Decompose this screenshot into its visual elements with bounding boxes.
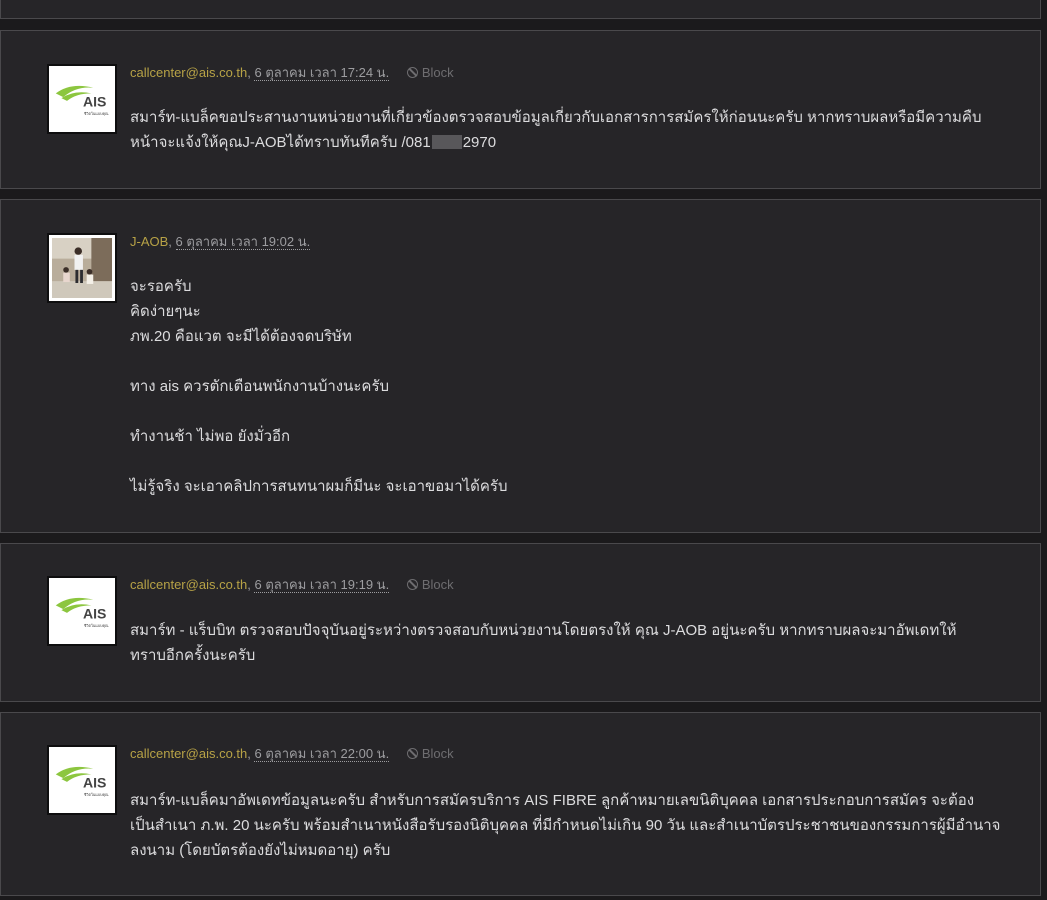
message-line: สมาร์ท-แบล็คขอประสานงานหน่วยงานที่เกี่ยว… [130,109,982,126]
author-link[interactable]: callcenter@ais.co.th [130,65,247,80]
post-card-callcenter-2: AIS ชีวิตในแบบคุณ callcenter@ais.co.th, … [0,543,1041,702]
message-line: ลงนาม (โดยบัตรต้องยังไม่หมดอายุ) ครับ [130,842,391,859]
block-button[interactable]: Block [406,746,454,762]
message-line: ภพ.20 คือแวต จะมีได้ต้องจดบริษัท [130,328,352,345]
message-line: ทาง ais ควรตักเตือนพนักงานบ้างนะครับ [130,378,390,395]
message-line: ทำงานช้า ไม่พอ ยังมั่วอีก [130,428,291,445]
svg-text:ชีวิตในแบบคุณ: ชีวิตในแบบคุณ [83,111,109,117]
message-line: ไม่รู้จริง จะเอาคลิปการสนทนาผมก็มีนะ จะเ… [130,478,508,495]
author-link[interactable]: callcenter@ais.co.th [130,746,247,761]
user-photo-avatar[interactable] [47,233,117,303]
ais-logo-avatar[interactable]: AIS ชีวิตในแบบคุณ [47,576,117,646]
svg-text:AIS: AIS [83,775,106,791]
block-icon [406,579,418,590]
post-meta: callcenter@ais.co.th, 6 ตุลาคม เวลา 19:1… [130,577,454,593]
post-date[interactable]: 6 ตุลาคม เวลา 19:02 น. [175,234,311,250]
message-line: หน้าจะแจ้งให้คุณJ-AOBได้ทราบทันทีครับ /0… [130,134,497,151]
post-message: สมาร์ท-แบล็คมาอัพเดทข้อมูลนะครับ สำหรับก… [130,788,1010,863]
conversation-thread: AIS ชีวิตในแบบคุณ callcenter@ais.co.th, … [0,0,1047,900]
post-date[interactable]: 6 ตุลาคม เวลา 19:19 น. [254,577,390,593]
post-meta: callcenter@ais.co.th, 6 ตุลาคม เวลา 22:0… [130,746,454,762]
post-message: สมาร์ท - แร็บบิท ตรวจสอบปัจจุบันอยู่ระหว… [130,618,1010,668]
message-line: คิดง่ายๆนะ [130,303,201,320]
author-link[interactable]: callcenter@ais.co.th [130,577,247,592]
author-link[interactable]: J-AOB [130,234,168,249]
previous-post-card [0,0,1041,19]
block-icon [406,67,418,78]
message-line: จะรอครับ [130,278,192,295]
ais-logo-avatar[interactable]: AIS ชีวิตในแบบคุณ [47,64,117,134]
ais-logo-icon: AIS ชีวิตในแบบคุณ [55,766,109,798]
block-button[interactable]: Block [406,65,454,81]
ais-logo-icon: AIS ชีวิตในแบบคุณ [55,85,109,117]
post-card-callcenter-1: AIS ชีวิตในแบบคุณ callcenter@ais.co.th, … [0,30,1041,189]
message-line: เป็นสำเนา ภ.พ. 20 นะครับ พร้อมสำเนาหนังส… [130,817,1001,834]
post-message: จะรอครับ คิดง่ายๆนะ ภพ.20 คือแวต จะมีได้… [130,274,1010,499]
message-line: สมาร์ท-แบล็คมาอัพเดทข้อมูลนะครับ สำหรับก… [130,792,975,809]
post-meta: callcenter@ais.co.th, 6 ตุลาคม เวลา 17:2… [130,65,454,81]
post-date[interactable]: 6 ตุลาคม เวลา 17:24 น. [254,65,390,81]
post-meta: J-AOB, 6 ตุลาคม เวลา 19:02 น. [130,234,311,250]
svg-text:ชีวิตในแบบคุณ: ชีวิตในแบบคุณ [83,623,109,629]
message-line: สมาร์ท - แร็บบิท ตรวจสอบปัจจุบันอยู่ระหว… [130,622,957,639]
svg-text:AIS: AIS [83,94,106,110]
message-line: ทราบอีกครั้งนะครับ [130,647,256,664]
block-icon [406,748,418,759]
block-button[interactable]: Block [406,577,454,593]
ais-logo-avatar[interactable]: AIS ชีวิตในแบบคุณ [47,745,117,815]
svg-text:ชีวิตในแบบคุณ: ชีวิตในแบบคุณ [83,792,109,798]
post-card-user: J-AOB, 6 ตุลาคม เวลา 19:02 น. จะรอครับ ค… [0,199,1041,533]
svg-text:AIS: AIS [83,606,106,622]
redacted-phone-block [431,135,462,149]
post-date[interactable]: 6 ตุลาคม เวลา 22:00 น. [254,746,390,762]
ais-logo-icon: AIS ชีวิตในแบบคุณ [55,597,109,629]
user-photo-icon [52,238,112,298]
post-card-callcenter-3: AIS ชีวิตในแบบคุณ callcenter@ais.co.th, … [0,712,1041,896]
post-message: สมาร์ท-แบล็คขอประสานงานหน่วยงานที่เกี่ยว… [130,105,1010,155]
